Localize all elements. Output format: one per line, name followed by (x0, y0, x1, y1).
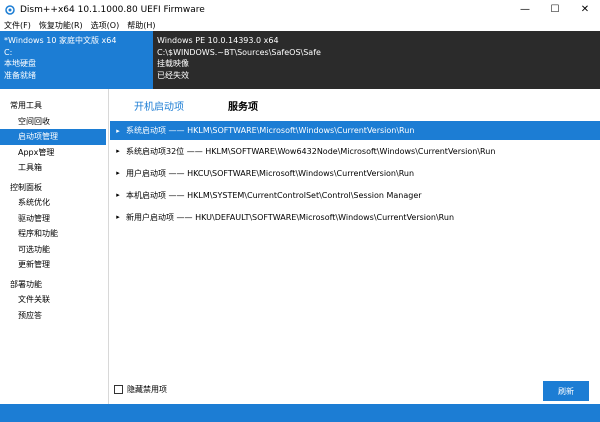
menu-help[interactable]: 帮助(H) (127, 20, 155, 31)
sidebar-item-driver-manager[interactable]: 驱动管理 (0, 211, 108, 227)
hide-disabled-label: 隐藏禁用项 (127, 385, 167, 394)
menu-restore[interactable]: 恢复功能(R) (39, 20, 83, 31)
list-item[interactable]: ▸ 新用户启动项 —— HKU\DEFAULT\SOFTWARE\Microso… (110, 206, 600, 228)
status-text: 准备就绪 (4, 70, 36, 80)
list-item[interactable]: ▸ 系统启动项32位 —— HKLM\SOFTWARE\Wow6432Node\… (110, 140, 600, 162)
list-item[interactable]: ▸ 用户启动项 —— HKCU\SOFTWARE\Microsoft\Windo… (110, 162, 600, 184)
hide-disabled-checkbox[interactable] (114, 385, 123, 394)
main-panel: 开机启动项 服务项 ▸ 系统启动项 —— HKLM\SOFTWARE\Micro… (110, 89, 600, 404)
image-os-name: Windows PE 10.0.14393.0 x64 (157, 36, 279, 45)
image-type: 挂载映像 (157, 59, 189, 68)
chevron-right-icon[interactable]: ▸ (112, 127, 124, 135)
current-system-panel[interactable]: *Windows 10 家庭中文版 x64 C: 本地硬盘 准备就绪 (0, 31, 153, 89)
list-item-path: HKLM\SYSTEM\CurrentControlSet\Control\Se… (187, 190, 422, 200)
minimize-button[interactable]: — (510, 0, 540, 19)
list-item-label: 系统启动项32位 (126, 146, 185, 156)
status-bar (0, 404, 600, 422)
list-item-label: 用户启动项 (126, 168, 166, 178)
image-path: C:\$WINDOWS.~BT\Sources\SafeOS\Safe (157, 47, 321, 57)
drive-letter: C: (4, 47, 13, 57)
sidebar: 常用工具 空间回收 启动项管理 Appx管理 工具箱 控制面板 系统优化 驱动管… (0, 89, 109, 404)
maximize-button[interactable]: ☐ (540, 0, 570, 19)
sidebar-item-update-manager[interactable]: 更新管理 (0, 257, 108, 273)
sidebar-category-control-panel: 控制面板 (10, 182, 42, 192)
sidebar-item-toolbox[interactable]: 工具箱 (0, 160, 108, 176)
mounted-image-panel[interactable]: Windows PE 10.0.14393.0 x64 C:\$WINDOWS.… (153, 31, 600, 89)
list-item-path: HKU\DEFAULT\SOFTWARE\Microsoft\Windows\C… (195, 212, 455, 222)
sidebar-category-common-tools: 常用工具 (10, 101, 42, 110)
tab-startup-items[interactable]: 开机启动项 (134, 98, 184, 113)
sidebar-item-file-association[interactable]: 文件关联 (0, 292, 108, 308)
chevron-right-icon[interactable]: ▸ (112, 213, 124, 221)
chevron-right-icon[interactable]: ▸ (112, 147, 124, 155)
window-title: Dism++x64 10.1.1000.80 UEFI Firmware (20, 4, 205, 15)
menu-options[interactable]: 选项(O) (91, 20, 120, 31)
list-item[interactable]: ▸ 系统启动项 —— HKLM\SOFTWARE\Microsoft\Windo… (110, 121, 600, 140)
close-button[interactable]: ✕ (570, 0, 600, 19)
chevron-right-icon[interactable]: ▸ (112, 191, 124, 199)
sidebar-item-system-optimize[interactable]: 系统优化 (0, 195, 108, 211)
os-name: *Windows 10 家庭中文版 x64 (4, 36, 117, 45)
refresh-button[interactable]: 刷新 (543, 381, 589, 401)
tab-bar: 开机启动项 服务项 (110, 89, 600, 121)
sidebar-item-appx-manager[interactable]: Appx管理 (0, 145, 108, 161)
tab-services[interactable]: 服务项 (228, 98, 258, 113)
sidebar-category-deploy: 部署功能 (10, 279, 42, 289)
list-item-path: HKLM\SOFTWARE\Wow6432Node\Microsoft\Wind… (205, 146, 496, 156)
list-item-label: 新用户启动项 (126, 212, 174, 222)
sidebar-item-programs-features[interactable]: 程序和功能 (0, 226, 108, 242)
list-item-path: HKLM\SOFTWARE\Microsoft\Windows\CurrentV… (187, 126, 415, 135)
chevron-right-icon[interactable]: ▸ (112, 169, 124, 177)
disk-type: 本地硬盘 (4, 59, 36, 68)
title-bar: Dism++x64 10.1.1000.80 UEFI Firmware — ☐… (0, 0, 600, 19)
image-info-band: *Windows 10 家庭中文版 x64 C: 本地硬盘 准备就绪 Windo… (0, 31, 600, 89)
sidebar-item-space-cleanup[interactable]: 空间回收 (0, 114, 108, 130)
sidebar-item-optional-features[interactable]: 可选功能 (0, 242, 108, 258)
hide-disabled-option[interactable]: 隐藏禁用项 (114, 384, 167, 395)
list-item[interactable]: ▸ 本机启动项 —— HKLM\SYSTEM\CurrentControlSet… (110, 184, 600, 206)
list-item-path: HKCU\SOFTWARE\Microsoft\Windows\CurrentV… (187, 168, 415, 178)
list-item-label: 系统启动项 (126, 126, 166, 135)
menu-file[interactable]: 文件(F) (4, 20, 31, 31)
app-logo-icon (5, 4, 15, 15)
list-item-label: 本机启动项 (126, 190, 166, 200)
menu-bar: 文件(F) 恢复功能(R) 选项(O) 帮助(H) (0, 19, 600, 31)
sidebar-item-pre-answer[interactable]: 预应答 (0, 308, 108, 324)
image-status: 已经失效 (157, 70, 189, 80)
sidebar-item-startup-manager[interactable]: 启动项管理 (0, 129, 106, 145)
startup-list: ▸ 系统启动项 —— HKLM\SOFTWARE\Microsoft\Windo… (110, 121, 600, 228)
